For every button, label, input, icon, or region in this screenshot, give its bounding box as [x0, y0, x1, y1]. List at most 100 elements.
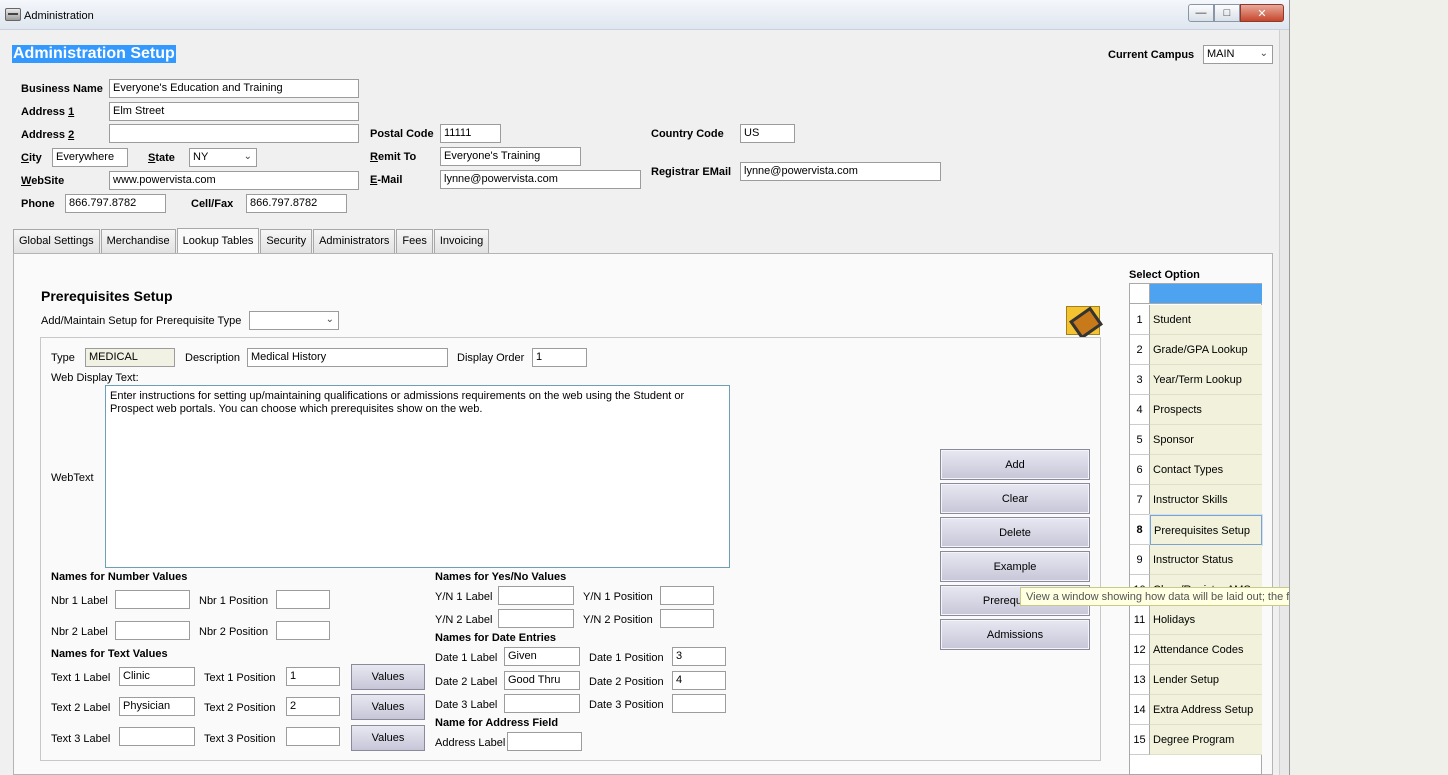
postal-code-label: Postal Code: [370, 128, 434, 140]
option-label[interactable]: Student: [1150, 305, 1262, 335]
list-item[interactable]: 5 Sponsor: [1130, 425, 1262, 455]
email-field[interactable]: lynne@powervista.com: [440, 170, 641, 189]
list-item[interactable]: 7 Instructor Skills: [1130, 485, 1262, 515]
delete-button[interactable]: Delete: [940, 517, 1090, 548]
yn2-field[interactable]: [498, 609, 574, 628]
list-item[interactable]: 15 Degree Program: [1130, 725, 1262, 755]
option-label[interactable]: Lender Setup: [1150, 665, 1262, 695]
date3-position-field[interactable]: [672, 694, 726, 713]
option-label[interactable]: Instructor Status: [1150, 545, 1262, 575]
maximize-button[interactable]: □: [1214, 4, 1240, 22]
country-code-label: Country Code: [651, 128, 724, 140]
list-item[interactable]: 4 Prospects: [1130, 395, 1262, 425]
state-value: NY: [193, 151, 209, 163]
webtext-textarea[interactable]: Enter instructions for setting up/mainta…: [105, 385, 730, 568]
yn1-position-field[interactable]: [660, 586, 714, 605]
option-number: 12: [1130, 635, 1150, 665]
option-label[interactable]: Sponsor: [1150, 425, 1262, 455]
text1-field[interactable]: Clinic: [119, 667, 195, 686]
list-item[interactable]: 13 Lender Setup: [1130, 665, 1262, 695]
date3-field[interactable]: [504, 694, 580, 713]
list-item[interactable]: 11 Holidays: [1130, 605, 1262, 635]
nbr2-position-field[interactable]: [276, 621, 330, 640]
cellfax-label: Cell/Fax: [191, 198, 234, 210]
vertical-scrollbar[interactable]: [1279, 30, 1289, 775]
option-label[interactable]: Grade/GPA Lookup: [1150, 335, 1262, 365]
clear-button[interactable]: Clear: [940, 483, 1090, 514]
registrar-email-field[interactable]: lynne@powervista.com: [740, 162, 941, 181]
option-label[interactable]: Extra Address Setup: [1150, 695, 1262, 725]
text3-field[interactable]: [119, 727, 195, 746]
nbr1-field[interactable]: [115, 590, 190, 609]
tab-security[interactable]: Security: [260, 229, 313, 253]
state-select[interactable]: NY ⌄: [189, 148, 257, 167]
phone-field[interactable]: 866.797.8782: [65, 194, 166, 213]
nbr2-field[interactable]: [115, 621, 190, 640]
yn2-position-field[interactable]: [660, 609, 714, 628]
text3-values-button[interactable]: Values: [351, 725, 425, 751]
address-label-field[interactable]: [507, 732, 582, 751]
address1-field[interactable]: Elm Street: [109, 102, 359, 121]
text1-position-label: Text 1 Position: [204, 672, 276, 684]
yn1-field[interactable]: [498, 586, 574, 605]
option-label[interactable]: Prospects: [1150, 395, 1262, 425]
address2-field[interactable]: [109, 124, 359, 143]
country-code-field[interactable]: US: [740, 124, 795, 143]
text1-position-field[interactable]: 1: [286, 667, 340, 686]
date1-position-field[interactable]: 3: [672, 647, 726, 666]
description-field[interactable]: Medical History: [247, 348, 448, 367]
list-item[interactable]: 1 Student: [1130, 305, 1262, 335]
cellfax-field[interactable]: 866.797.8782: [246, 194, 347, 213]
administration-window: Administration — □ ✕ Administration Setu…: [0, 0, 1290, 775]
business-name-field[interactable]: Everyone's Education and Training: [109, 79, 359, 98]
date2-field[interactable]: Good Thru: [504, 671, 580, 690]
list-item[interactable]: 9 Instructor Status: [1130, 545, 1262, 575]
type-field[interactable]: MEDICAL: [85, 348, 175, 367]
add-button[interactable]: Add: [940, 449, 1090, 480]
remit-to-field[interactable]: Everyone's Training: [440, 147, 581, 166]
prerequisite-type-select[interactable]: ⌄: [249, 311, 339, 330]
text2-values-button[interactable]: Values: [351, 694, 425, 720]
option-label[interactable]: Attendance Codes: [1150, 635, 1262, 665]
tab-fees[interactable]: Fees: [396, 229, 433, 253]
tab-merchandise[interactable]: Merchandise: [100, 229, 176, 253]
text2-field[interactable]: Physician: [119, 697, 195, 716]
display-order-field[interactable]: 1: [532, 348, 587, 367]
website-field[interactable]: www.powervista.com: [109, 171, 359, 190]
display-order-label: Display Order: [457, 352, 525, 364]
list-item[interactable]: 8 Prerequisites Setup: [1130, 514, 1263, 546]
option-label[interactable]: Instructor Skills: [1150, 485, 1262, 515]
tab-administrators[interactable]: Administrators: [313, 229, 396, 253]
minimize-button[interactable]: —: [1188, 4, 1214, 22]
date2-position-label: Date 2 Position: [589, 676, 664, 688]
nbr1-position-field[interactable]: [276, 590, 330, 609]
text1-values-button[interactable]: Values: [351, 664, 425, 690]
postal-code-field[interactable]: 11111: [440, 124, 501, 143]
option-label[interactable]: Degree Program: [1150, 725, 1262, 755]
list-item[interactable]: 3 Year/Term Lookup: [1130, 365, 1262, 395]
date2-position-field[interactable]: 4: [672, 671, 726, 690]
tab-lookup-tables[interactable]: Lookup Tables: [176, 228, 260, 253]
option-label[interactable]: Year/Term Lookup: [1150, 365, 1262, 395]
date1-field[interactable]: Given: [504, 647, 580, 666]
text2-position-field[interactable]: 2: [286, 697, 340, 716]
campus-select[interactable]: MAIN ⌄: [1203, 45, 1273, 64]
list-item[interactable]: 12 Attendance Codes: [1130, 635, 1262, 665]
film-reel-icon[interactable]: [1066, 306, 1100, 335]
date3-position-label: Date 3 Position: [589, 699, 664, 711]
option-label[interactable]: Contact Types: [1150, 455, 1262, 485]
example-button[interactable]: Example: [940, 551, 1090, 582]
list-item[interactable]: 6 Contact Types: [1130, 455, 1262, 485]
admissions-button[interactable]: Admissions: [940, 619, 1090, 650]
tab-invoicing[interactable]: Invoicing: [433, 229, 490, 253]
list-item[interactable]: 2 Grade/GPA Lookup: [1130, 335, 1262, 365]
state-label: State: [148, 152, 175, 164]
tab-global-settings[interactable]: Global Settings: [13, 229, 100, 253]
option-label[interactable]: Holidays: [1150, 605, 1262, 635]
text3-position-field[interactable]: [286, 727, 340, 746]
date-entries-heading: Names for Date Entries: [435, 632, 557, 644]
city-field[interactable]: Everywhere: [52, 148, 128, 167]
close-button[interactable]: ✕: [1240, 4, 1284, 22]
option-label[interactable]: Prerequisites Setup: [1149, 514, 1263, 546]
list-item[interactable]: 14 Extra Address Setup: [1130, 695, 1262, 725]
